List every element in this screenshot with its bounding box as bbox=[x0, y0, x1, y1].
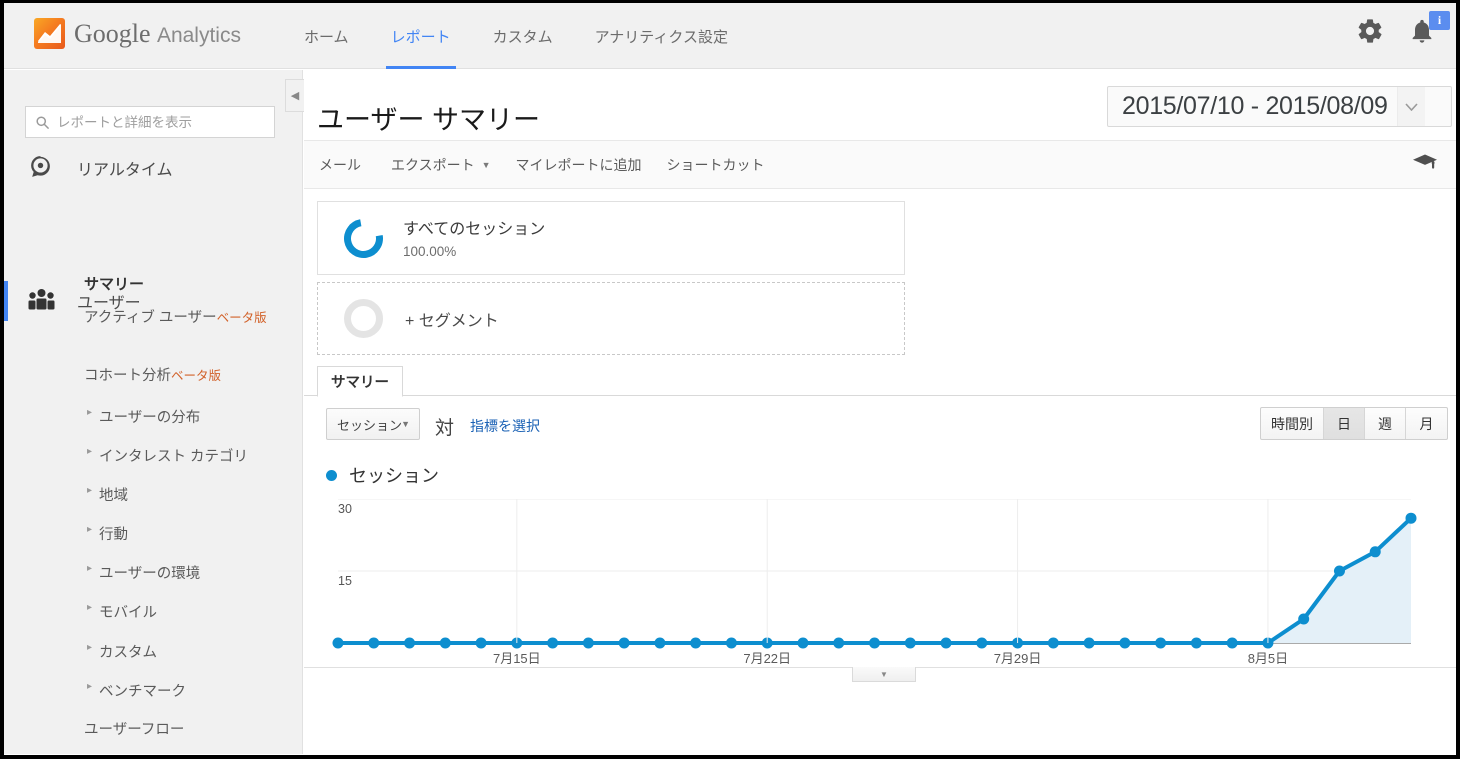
granularity-weekly[interactable]: 週 bbox=[1365, 408, 1406, 439]
granularity-group: 時間別 日 週 月 bbox=[1260, 407, 1448, 440]
search-input[interactable] bbox=[57, 114, 257, 130]
sidebar-item-label: ユーザーフロー bbox=[84, 722, 185, 738]
export-button[interactable]: エクスポート ▼ bbox=[391, 155, 491, 175]
bell-icon[interactable]: i bbox=[1408, 11, 1450, 47]
notification-badge: i bbox=[1429, 11, 1450, 30]
chevron-down-icon: ▼ bbox=[401, 419, 410, 429]
report-tab-strip: サマリー bbox=[304, 366, 1456, 397]
add-segment-label: + セグメント bbox=[405, 312, 499, 330]
chevron-right-icon: ▸ bbox=[87, 642, 93, 653]
legend-label: セッション bbox=[349, 466, 439, 486]
versus-label: 対 bbox=[435, 418, 455, 439]
sidebar-item-label: アクティブ ユーザー bbox=[84, 310, 217, 326]
svg-text:15: 15 bbox=[338, 574, 352, 588]
top-bar: Google Analytics ホーム レポート カスタム アナリティクス設定… bbox=[4, 3, 1456, 69]
chevron-right-icon: ▸ bbox=[87, 563, 93, 574]
sidebar-collapse-button[interactable]: ◀ bbox=[285, 79, 304, 112]
sidebar-item-label: モバイル bbox=[99, 605, 157, 621]
svg-text:8月5日: 8月5日 bbox=[1248, 651, 1288, 666]
shortcut-button[interactable]: ショートカット bbox=[667, 155, 765, 175]
select-metric-link[interactable]: 指標を選択 bbox=[470, 416, 540, 436]
beta-badge: ベータ版 bbox=[216, 311, 267, 325]
chevron-right-icon: ▸ bbox=[87, 446, 93, 457]
granularity-daily[interactable]: 日 bbox=[1324, 408, 1365, 439]
main-nav: ホーム レポート カスタム アナリティクス設定 bbox=[304, 3, 770, 69]
segment-area: すべてのセッション 100.00% + セグメント bbox=[304, 189, 1456, 355]
tab-reports[interactable]: レポート bbox=[385, 3, 456, 69]
sidebar-item-label: サマリー bbox=[84, 276, 145, 293]
gear-icon[interactable] bbox=[1356, 17, 1386, 47]
date-range-value: 2015/07/10 - 2015/08/09 bbox=[1122, 92, 1388, 120]
segment-percent: 100.00% bbox=[403, 243, 457, 259]
page-title: ユーザー サマリー bbox=[317, 105, 540, 135]
tab-home[interactable]: ホーム bbox=[304, 3, 349, 69]
sidebar-item-label: ユーザーの環境 bbox=[99, 566, 201, 582]
svg-text:7月29日: 7月29日 bbox=[994, 651, 1042, 666]
sidebar-item-label: ユーザーの分布 bbox=[99, 410, 201, 426]
sessions-line-chart[interactable]: 30 15 7月15日 7月22日 7月29日 8月5日 bbox=[304, 499, 1456, 667]
sidebar-item-label: インタレスト カテゴリ bbox=[99, 449, 249, 465]
add-to-dashboard-button[interactable]: マイレポートに追加 bbox=[516, 155, 642, 175]
segment-all-sessions[interactable]: すべてのセッション 100.00% bbox=[317, 201, 905, 275]
add-segment-button[interactable]: + セグメント bbox=[317, 282, 905, 355]
chevron-down-icon: ▼ bbox=[880, 669, 888, 679]
main-content: ユーザー サマリー 2015/07/10 - 2015/08/09 メール エク… bbox=[304, 70, 1456, 754]
brand-text: Google Analytics bbox=[74, 19, 241, 49]
chevron-down-icon: ▼ bbox=[481, 159, 491, 170]
collapse-left-icon: ◀ bbox=[290, 90, 300, 102]
sidebar-group-label-realtime: リアルタイム bbox=[77, 162, 173, 179]
date-range-picker[interactable]: 2015/07/10 - 2015/08/09 bbox=[1107, 86, 1452, 127]
graduation-cap-icon[interactable] bbox=[1412, 153, 1438, 176]
analytics-logo-icon bbox=[34, 18, 65, 49]
metric-select[interactable]: セッション ▼ bbox=[326, 408, 420, 440]
users-icon bbox=[28, 288, 55, 314]
sidebar-item-label: コホート分析 bbox=[84, 368, 171, 384]
chevron-right-icon: ▸ bbox=[87, 485, 93, 496]
top-icon-group: i bbox=[1356, 11, 1450, 47]
sidebar-group-realtime[interactable]: リアルタイム bbox=[4, 148, 302, 188]
chevron-right-icon: ▸ bbox=[87, 681, 93, 692]
svg-text:30: 30 bbox=[338, 502, 352, 516]
sidebar: リアルタイム ユーザー サマリー アクティブ ユーザーベータ版 コホート bbox=[4, 70, 303, 754]
report-action-bar: メール エクスポート ▼ マイレポートに追加 ショートカット bbox=[304, 141, 1456, 189]
tab-custom[interactable]: カスタム bbox=[493, 3, 553, 69]
chevron-down-icon bbox=[1396, 87, 1425, 126]
metric-select-label: セッション bbox=[337, 417, 403, 433]
segment-ring-empty-icon bbox=[344, 299, 383, 338]
svg-text:7月15日: 7月15日 bbox=[493, 651, 541, 666]
chevron-right-icon: ▸ bbox=[87, 407, 93, 418]
export-label: エクスポート bbox=[391, 156, 475, 173]
realtime-icon bbox=[28, 154, 53, 182]
legend-color-swatch bbox=[326, 469, 337, 481]
chart-controls: セッション ▼ 対 指標を選択 時間別 日 週 月 bbox=[304, 396, 1456, 452]
title-row: ユーザー サマリー 2015/07/10 - 2015/08/09 bbox=[304, 70, 1456, 141]
chevron-right-icon: ▸ bbox=[87, 602, 93, 613]
sidebar-item-label: 行動 bbox=[99, 527, 128, 543]
svg-text:7月22日: 7月22日 bbox=[743, 651, 791, 666]
sidebar-item-label: 地域 bbox=[99, 488, 128, 504]
sidebar-item-label: カスタム bbox=[99, 645, 157, 661]
email-button[interactable]: メール bbox=[319, 155, 361, 175]
google-analytics-app: Google Analytics ホーム レポート カスタム アナリティクス設定… bbox=[4, 3, 1456, 754]
segment-name: すべてのセッション bbox=[403, 220, 546, 238]
segment-ring-icon bbox=[336, 210, 391, 266]
chart-legend: セッション bbox=[326, 462, 439, 488]
chevron-right-icon: ▸ bbox=[87, 524, 93, 535]
search-icon bbox=[36, 115, 49, 129]
chart-expand-toggle[interactable]: ▼ bbox=[852, 667, 916, 682]
brand-analytics: Analytics bbox=[156, 23, 241, 47]
tab-summary[interactable]: サマリー bbox=[317, 366, 403, 397]
beta-badge: ベータ版 bbox=[171, 369, 222, 383]
granularity-monthly[interactable]: 月 bbox=[1406, 408, 1447, 439]
brand-logo-area[interactable]: Google Analytics bbox=[34, 18, 241, 49]
sidebar-search[interactable] bbox=[25, 106, 275, 138]
sidebar-item-label: ベンチマーク bbox=[99, 684, 186, 700]
granularity-hourly[interactable]: 時間別 bbox=[1261, 408, 1324, 439]
tab-analytics-settings[interactable]: アナリティクス設定 bbox=[595, 3, 728, 69]
brand-google: Google bbox=[74, 18, 151, 48]
chart-zone: セッション 30 15 7月15日 7月22日 7月29日 8月5日 ▼ bbox=[304, 454, 1456, 684]
